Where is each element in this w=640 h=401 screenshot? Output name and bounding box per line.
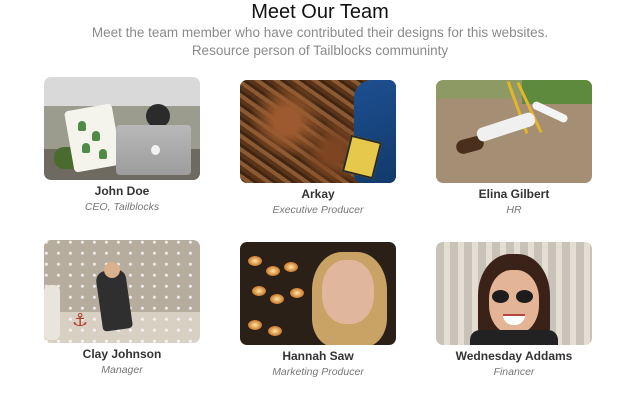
- team-member-photo: [44, 77, 200, 180]
- team-card-arkay: Arkay Executive Producer: [240, 80, 396, 217]
- team-card-clay-johnson: ⚓ Clay Johnson Manager: [44, 240, 200, 377]
- member-role: Marketing Producer: [272, 366, 364, 378]
- team-card-john-doe: John Doe CEO, Tailblocks: [44, 77, 200, 214]
- team-member-photo: ⚓: [44, 240, 200, 343]
- team-card-hannah-saw: Hannah Saw Marketing Producer: [240, 242, 396, 379]
- member-role: Manager: [101, 364, 143, 376]
- team-member-photo: [240, 80, 396, 183]
- anchor-icon: ⚓: [72, 310, 89, 330]
- member-role: CEO, Tailblocks: [84, 201, 160, 213]
- member-name: Hannah Saw: [282, 349, 354, 363]
- member-name: John Doe: [94, 184, 150, 198]
- member-name: Clay Johnson: [82, 347, 162, 361]
- team-member-photo: [436, 80, 592, 183]
- member-name: Arkay: [301, 187, 335, 201]
- member-role: Financer: [493, 366, 535, 378]
- team-member-photo: [436, 242, 592, 345]
- member-name: Elina Gilbert: [478, 187, 550, 201]
- team-member-photo: [240, 242, 396, 345]
- member-role: HR: [506, 204, 522, 216]
- page-title: Meet Our Team: [251, 1, 389, 23]
- page-subtitle: Meet the team member who have contribute…: [91, 25, 549, 58]
- team-card-elina-gilbert: Elina Gilbert HR: [436, 80, 592, 217]
- apple-logo-icon: [151, 145, 160, 155]
- member-name: Wednesday Addams: [455, 349, 573, 363]
- team-card-wednesday-addams: Wednesday Addams Financer: [436, 242, 592, 379]
- member-role: Executive Producer: [272, 204, 364, 216]
